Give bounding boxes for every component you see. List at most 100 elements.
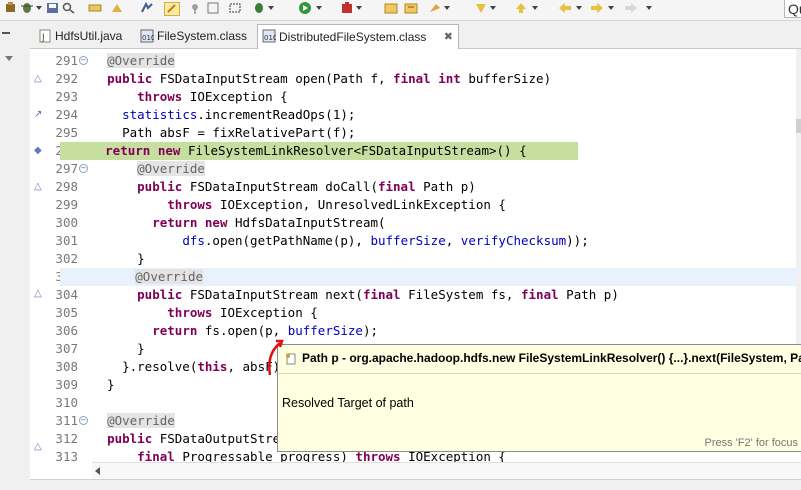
fold-collapse-icon[interactable]: − <box>79 416 88 425</box>
class-file-icon: 010 <box>262 29 276 43</box>
code-line: @Override <box>107 53 175 68</box>
block-select-icon[interactable] <box>228 2 242 14</box>
line-number: 308 <box>55 359 78 374</box>
prev-annotation-icon[interactable] <box>514 2 528 14</box>
quick-access-input[interactable]: Qu <box>784 0 801 18</box>
popup-header: Path p - org.apache.hadoop.hdfs.new File… <box>278 345 801 374</box>
scroll-left-arrow-icon[interactable] <box>95 467 100 475</box>
run-dropdown-icon[interactable] <box>316 6 322 10</box>
line-number: 293 <box>55 89 78 104</box>
line-number: 302 <box>55 251 78 266</box>
minimize-icon[interactable] <box>2 32 10 34</box>
svg-text:010: 010 <box>264 34 276 42</box>
debug-icon[interactable] <box>20 2 34 14</box>
editor-tab-bar: J HdfsUtil.java 010 FileSystem.class 010… <box>30 21 801 49</box>
line-number: 299 <box>55 197 78 212</box>
debug-run-dropdown-icon[interactable] <box>268 6 274 10</box>
build-icon[interactable] <box>4 2 18 14</box>
open-task-dropdown-icon[interactable] <box>444 6 450 10</box>
java-file-icon: J <box>39 29 51 43</box>
external-tools-icon[interactable] <box>140 2 154 14</box>
code-line: throws IOException { <box>167 305 318 320</box>
code-line: throws IOException { <box>137 89 288 104</box>
open-type-icon[interactable] <box>404 2 418 14</box>
search-icon[interactable] <box>62 2 76 14</box>
new-java-class-icon[interactable] <box>384 2 398 14</box>
override-marker-icon[interactable]: △ <box>34 182 44 192</box>
code-line: return fs.open(p, bufferSize); <box>152 323 379 338</box>
tab-label: FileSystem.class <box>157 29 248 43</box>
code-line: return new HdfsDataInputStream( <box>152 215 386 230</box>
override-marker-icon[interactable]: △ <box>34 289 44 299</box>
line-number: 310 <box>55 395 78 410</box>
popup-signature: Path p - org.apache.hadoop.hdfs.new File… <box>302 351 801 365</box>
left-trim-strip <box>0 21 30 489</box>
horizontal-scrollbar[interactable] <box>92 462 801 479</box>
prev-annotation-dropdown-icon[interactable] <box>532 6 538 10</box>
line-number: 313 <box>55 449 78 464</box>
line-number: 294 <box>55 107 78 122</box>
bookmark-icon[interactable]: ◆ <box>34 146 44 156</box>
bottom-panel <box>30 479 801 490</box>
override-marker-icon[interactable]: △ <box>34 74 44 84</box>
debug-dropdown-icon[interactable] <box>36 6 42 10</box>
folding-ruler: − − − − <box>78 49 90 462</box>
toggle-breadcrumb-icon[interactable] <box>88 2 102 14</box>
line-number: 311 <box>55 413 78 428</box>
next-annotation-dropdown-icon[interactable] <box>490 6 496 10</box>
code-line: public FSDataInputStream doCall(final Pa… <box>137 179 476 194</box>
main-toolbar: Qu <box>0 0 801 21</box>
line-number: 306 <box>55 323 78 338</box>
line-number: 297 <box>55 161 78 176</box>
code-line: @Override <box>137 161 205 176</box>
fold-collapse-icon[interactable]: − <box>79 56 88 65</box>
close-tab-icon[interactable]: ✖ <box>444 25 453 49</box>
popup-status-text: Press 'F2' for focus <box>704 437 798 449</box>
code-line-highlighted: return new FileSystemLinkResolver<FSData… <box>60 142 578 160</box>
last-edit-dropdown-icon[interactable] <box>646 6 652 10</box>
debug-bug-icon[interactable] <box>252 2 266 14</box>
red-arrow-annotation-icon <box>268 339 284 376</box>
overview-ruler-marker[interactable] <box>796 119 801 133</box>
last-edit-icon[interactable] <box>624 2 638 14</box>
line-number: 298 <box>55 179 78 194</box>
coverage-dropdown-icon[interactable] <box>356 6 362 10</box>
back-dropdown-icon[interactable] <box>576 6 582 10</box>
code-line-current: @Override <box>60 268 801 286</box>
toggle-highlight-icon[interactable] <box>164 2 180 16</box>
code-line: public FSDataInputStream open(Path f, fi… <box>107 71 552 86</box>
line-number: 307 <box>55 341 78 356</box>
line-number: 309 <box>55 377 78 392</box>
annotation-nav-icon[interactable] <box>474 2 488 14</box>
show-whitespace-icon[interactable] <box>206 2 220 14</box>
override-marker-icon[interactable]: △ <box>34 442 44 452</box>
mark-occurrences-icon[interactable] <box>110 2 124 14</box>
code-line: dfs.open(getPathName(p), bufferSize, ver… <box>182 233 589 248</box>
pin-editor-icon[interactable] <box>188 2 202 14</box>
tab-filesystem-class[interactable]: 010 FileSystem.class <box>136 25 254 47</box>
open-task-icon[interactable] <box>428 2 442 14</box>
class-file-icon: 010 <box>140 29 154 43</box>
line-number: 291 <box>55 53 78 68</box>
view-menu-icon[interactable] <box>5 56 13 61</box>
forward-icon[interactable] <box>590 2 604 14</box>
back-icon[interactable] <box>558 2 572 14</box>
tab-hdfsutil-java[interactable]: J HdfsUtil.java <box>34 25 134 47</box>
line-number: 300 <box>55 215 78 230</box>
coverage-icon[interactable] <box>340 2 354 14</box>
line-number: 301 <box>55 233 78 248</box>
code-line: } <box>92 251 145 266</box>
tab-distributedfilesystem-class[interactable]: 010 DistributedFileSystem.class ✖ <box>257 24 459 49</box>
fold-collapse-icon[interactable]: − <box>79 164 88 173</box>
code-line: statistics.incrementReadOps(1); <box>122 107 356 122</box>
annotation-ruler: △ ↗ ◆ △ △ △ <box>30 49 46 462</box>
popup-documentation: Resolved Target of path <box>282 396 414 410</box>
forward-dropdown-icon[interactable] <box>608 6 614 10</box>
javadoc-hover-popup[interactable]: Path p - org.apache.hadoop.hdfs.new File… <box>277 344 801 452</box>
code-line: public FSDataInputStream next(final File… <box>137 287 619 302</box>
tab-label: DistributedFileSystem.class <box>279 30 427 44</box>
code-line: throws IOException, UnresolvedLinkExcept… <box>167 197 506 212</box>
implements-marker-icon[interactable]: ↗ <box>34 110 44 120</box>
run-icon[interactable] <box>298 2 312 14</box>
save-icon[interactable] <box>46 2 60 14</box>
